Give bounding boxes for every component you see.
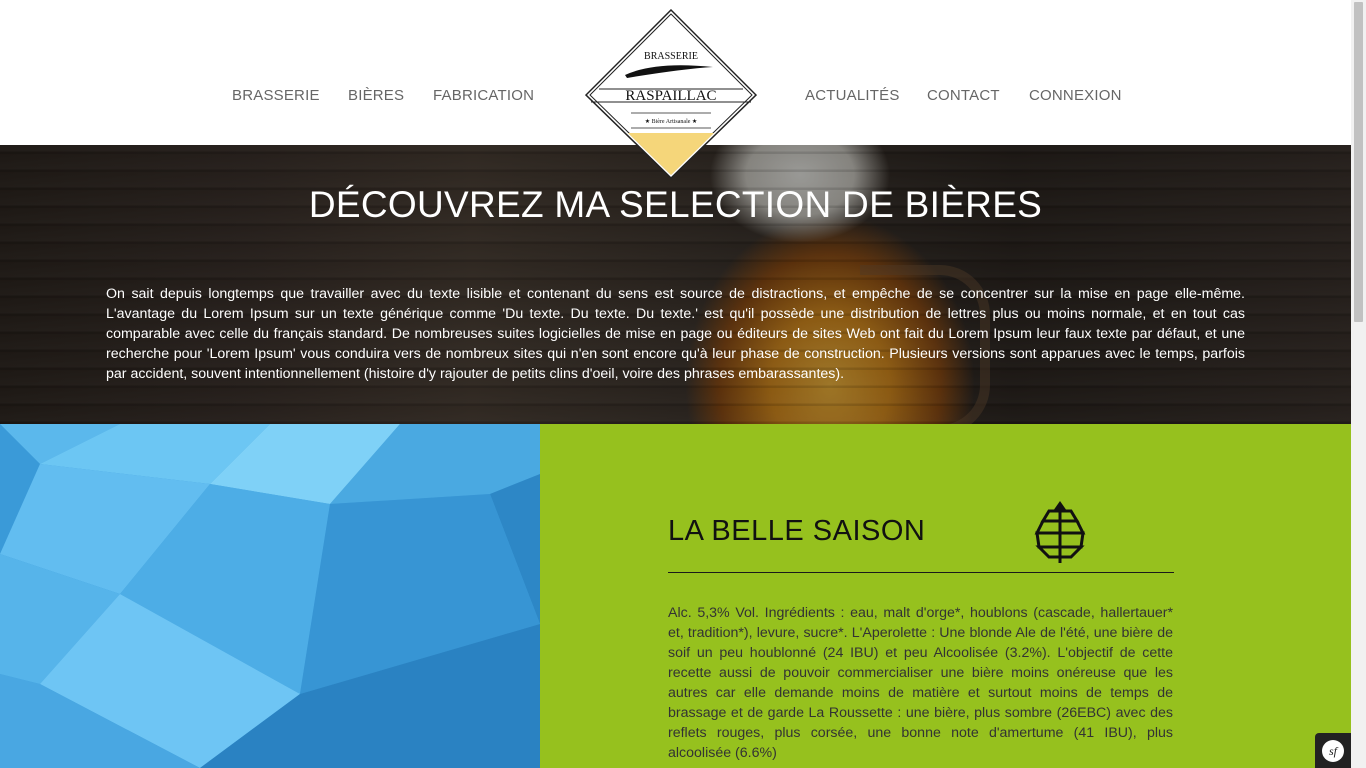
logo-tagline: ★ Bière Artisanale ★ (645, 118, 698, 125)
scrollbar-thumb[interactable] (1354, 2, 1363, 322)
nav-link-contact[interactable]: CONTACT (927, 87, 1000, 105)
hero-banner: DÉCOUVREZ MA SELECTION DE BIÈRES On sait… (0, 145, 1351, 424)
beer-title: LA BELLE SAISON (668, 515, 926, 547)
hop-icon (1034, 501, 1086, 563)
beer-description: Alc. 5,3% Vol. Ingrédients : eau, malt d… (668, 605, 1173, 761)
nav-link-fabrication[interactable]: FABRICATION (433, 87, 534, 105)
logo-name: RASPAILLAC (625, 88, 716, 104)
brand-logo[interactable]: BRASSERIE RASPAILLAC ★ Bière Artisanale … (584, 8, 758, 180)
page-scrollbar[interactable] (1351, 0, 1366, 768)
nav-link-connexion[interactable]: CONNEXION (1029, 87, 1122, 105)
logo-top-text: BRASSERIE (644, 51, 698, 62)
nav-link-brasserie[interactable]: BRASSERIE (232, 87, 320, 105)
symfony-icon: sf (1322, 740, 1344, 762)
hero-text: On sait depuis longtemps que travailler … (106, 286, 1245, 382)
beer-image-panel (0, 424, 540, 768)
nav-link-bieres[interactable]: BIÈRES (348, 87, 404, 105)
debug-toolbar-toggle[interactable]: sf (1315, 733, 1351, 768)
beer-detail-panel: LA BELLE SAISON Alc. 5,3% Vol. Ingrédien… (540, 424, 1351, 768)
hero-title: DÉCOUVREZ MA SELECTION DE BIÈRES (308, 184, 1043, 225)
title-divider (668, 572, 1174, 573)
nav-link-actualites[interactable]: ACTUALITÉS (805, 87, 900, 105)
